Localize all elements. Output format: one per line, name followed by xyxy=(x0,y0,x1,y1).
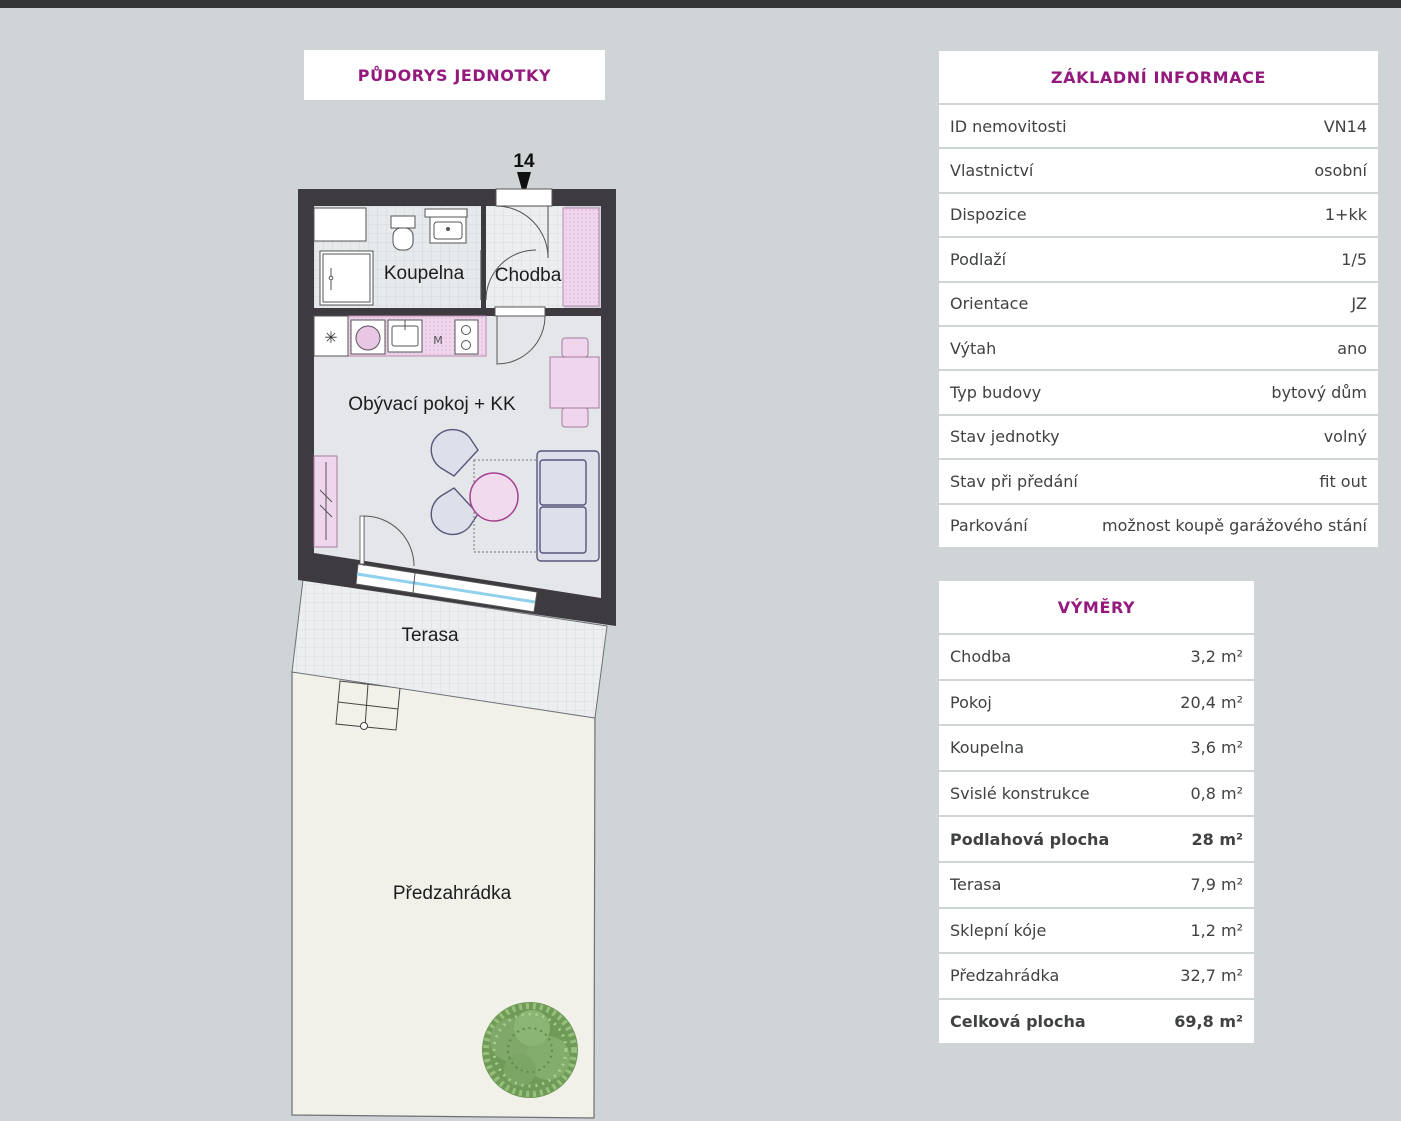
top-bar xyxy=(0,0,1401,8)
table-row: Celková plocha 69,8 m² xyxy=(939,999,1254,1044)
table-row: Chodba 3,2 m² xyxy=(939,635,1254,679)
row-label: Celková plocha xyxy=(950,1012,1086,1032)
table-row: Parkování možnost koupě garážového stání xyxy=(939,504,1378,547)
table-row: Dispozice 1+kk xyxy=(939,193,1378,237)
row-value: 20,4 m² xyxy=(1180,692,1243,712)
table-row: Vlastnictví osobní xyxy=(939,149,1378,192)
row-value: 7,9 m² xyxy=(1190,875,1243,895)
row-label: Dispozice xyxy=(950,205,1027,225)
hall-wardrobe xyxy=(562,207,600,307)
unit-number: 14 xyxy=(513,151,535,172)
row-value: JZ xyxy=(1351,294,1367,314)
row-value: 32,7 m² xyxy=(1180,966,1243,986)
floor-plan: 14 ✳ M Koupelna Chodba Obývací pokoj + K… xyxy=(291,151,616,1119)
row-label: Koupelna xyxy=(950,738,1025,758)
row-label: Podlahová plocha xyxy=(950,829,1110,849)
row-value: VN14 xyxy=(1323,116,1367,136)
row-label: Chodba xyxy=(950,647,1012,667)
areas-table: VÝMĚRY Chodba 3,2 m² Pokoj 20,4 m² Koupelna 3… xyxy=(939,581,1254,1044)
appliance-m-label: M xyxy=(433,334,443,347)
table-row: ID nemovitosti VN14 xyxy=(939,105,1378,148)
row-value: 69,8 m² xyxy=(1174,1012,1243,1032)
coffee-table xyxy=(469,472,519,522)
row-label: Stav při předání xyxy=(950,471,1078,491)
kitchen-counter: ✳ M xyxy=(313,315,487,357)
table-row: Pokoj 20,4 m² xyxy=(939,680,1254,725)
row-label: Pokoj xyxy=(950,692,992,712)
row-value: 3,6 m² xyxy=(1190,738,1243,758)
row-value: 3,2 m² xyxy=(1190,647,1243,667)
bush-icon xyxy=(482,1002,578,1098)
room-label-living: Obývací pokoj + KK xyxy=(348,394,516,415)
row-value: volný xyxy=(1323,427,1367,447)
row-label: Předzahrádka xyxy=(950,966,1060,986)
table-row: Sklepní kóje 1,2 m² xyxy=(939,908,1254,953)
table-row: Koupelna 3,6 m² xyxy=(939,726,1254,770)
floor-plan-title: PŮDORYS JEDNOTKY xyxy=(304,50,605,100)
table-row: Podlaží 1/5 xyxy=(939,238,1378,281)
row-label: Podlaží xyxy=(950,249,1007,269)
row-value: 1+kk xyxy=(1324,205,1367,225)
room-label-terrace: Terasa xyxy=(401,625,458,646)
table-row: Svislé konstrukce 0,8 m² xyxy=(939,771,1254,816)
fridge-icon: ✳ xyxy=(324,328,337,347)
row-label: Svislé konstrukce xyxy=(950,784,1090,804)
room-label-garden: Předzahrádka xyxy=(393,883,512,904)
row-label: Stav jednotky xyxy=(950,427,1060,447)
row-value: fit out xyxy=(1319,471,1367,491)
row-label: Orientace xyxy=(950,294,1029,314)
row-value: možnost koupě garážového stání xyxy=(1102,516,1367,536)
row-value: 28 m² xyxy=(1191,829,1243,849)
row-label: Parkování xyxy=(950,516,1028,536)
row-value: 1/5 xyxy=(1341,249,1367,269)
table-row: Typ budovy bytový dům xyxy=(939,371,1378,414)
row-label: Sklepní kóje xyxy=(950,920,1047,940)
row-value: ano xyxy=(1337,338,1367,358)
table-row: Podlahová plocha 28 m² xyxy=(939,817,1254,861)
basic-info-title: ZÁKLADNÍ INFORMACE xyxy=(939,51,1378,103)
room-label-bathroom: Koupelna xyxy=(384,263,465,284)
row-value: bytový dům xyxy=(1271,383,1367,403)
table-row: Výtah ano xyxy=(939,326,1378,370)
table-row: Terasa 7,9 m² xyxy=(939,862,1254,907)
row-label: Výtah xyxy=(950,338,997,358)
table-row: Stav jednotky volný xyxy=(939,415,1378,459)
table-row: Orientace JZ xyxy=(939,282,1378,325)
row-label: Terasa xyxy=(950,875,1002,895)
table-row: Předzahrádka 32,7 m² xyxy=(939,954,1254,998)
room-label-hall: Chodba xyxy=(495,265,562,286)
row-label: Vlastnictví xyxy=(950,161,1034,181)
row-value: osobní xyxy=(1314,161,1367,181)
row-value: 0,8 m² xyxy=(1190,784,1243,804)
row-value: 1,2 m² xyxy=(1190,920,1243,940)
row-label: Typ budovy xyxy=(950,383,1042,403)
areas-title: VÝMĚRY xyxy=(939,581,1254,633)
row-label: ID nemovitosti xyxy=(950,116,1067,136)
basic-info-table: ZÁKLADNÍ INFORMACE ID nemovitosti VN14 Vla… xyxy=(939,51,1378,547)
table-row: Stav při předání fit out xyxy=(939,460,1378,503)
sofa xyxy=(536,450,600,562)
